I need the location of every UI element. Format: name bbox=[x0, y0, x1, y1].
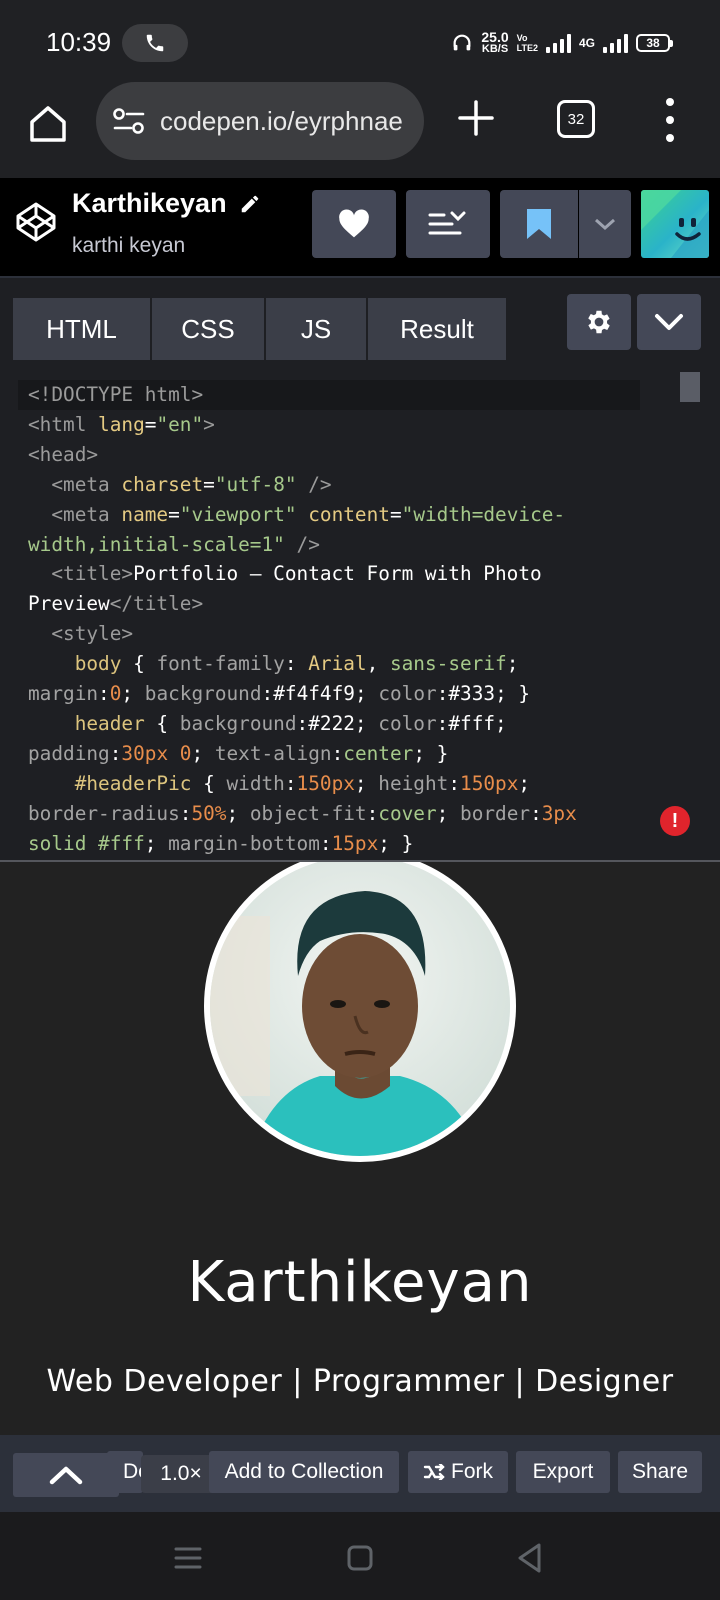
new-tab-button[interactable] bbox=[452, 96, 500, 144]
home-button[interactable] bbox=[24, 100, 72, 148]
fork-icon bbox=[423, 1464, 445, 1480]
smiley-avatar-icon bbox=[641, 190, 709, 258]
gear-icon bbox=[588, 310, 610, 334]
result-tagline: Web Developer | Programmer | Designer bbox=[46, 1364, 674, 1399]
signal-icon-2 bbox=[603, 33, 628, 53]
collapse-editor-button[interactable] bbox=[637, 294, 701, 350]
tab-switcher-button[interactable]: 32 bbox=[557, 100, 595, 138]
codepen-mobile-page: 10:39 25.0 KB/S Vo LTE2 4G 38 codepen.io… bbox=[0, 0, 720, 1600]
user-avatar[interactable] bbox=[641, 190, 709, 258]
status-time: 10:39 bbox=[46, 27, 112, 57]
browser-toolbar: codepen.io/eyrphnae 32 bbox=[0, 82, 720, 178]
url-text: codepen.io/eyrphnae bbox=[160, 105, 403, 136]
add-to-collection-button[interactable]: Add to Collection bbox=[209, 1451, 399, 1493]
bookmark-button[interactable] bbox=[500, 190, 578, 258]
network-speed: 25.0 KB/S bbox=[481, 29, 509, 55]
battery-icon: 38 bbox=[636, 34, 673, 52]
profile-photo bbox=[204, 862, 516, 1162]
expand-console-button[interactable] bbox=[13, 1453, 119, 1497]
code-content[interactable]: <!DOCTYPE html> <html lang="en"> <head> … bbox=[28, 380, 668, 859]
tab-js[interactable]: JS bbox=[266, 298, 366, 360]
layout-icon bbox=[428, 211, 466, 235]
recent-apps-icon[interactable] bbox=[170, 1540, 206, 1576]
chevron-up-icon bbox=[49, 1466, 83, 1485]
status-bar: 10:39 25.0 KB/S Vo LTE2 4G 38 bbox=[0, 0, 720, 82]
codepen-logo-icon[interactable] bbox=[14, 200, 58, 244]
editor-scrollbar[interactable] bbox=[680, 372, 700, 402]
phone-icon bbox=[146, 34, 164, 52]
pencil-icon[interactable] bbox=[239, 193, 261, 215]
collection-dropdown-button[interactable] bbox=[579, 190, 631, 258]
pen-author[interactable]: karthi keyan bbox=[72, 234, 185, 258]
home-nav-icon[interactable] bbox=[342, 1540, 378, 1576]
share-button[interactable]: Share bbox=[618, 1451, 702, 1493]
settings-button[interactable] bbox=[567, 294, 631, 350]
pen-title[interactable]: Karthikeyan bbox=[72, 188, 261, 219]
result-name-heading: Karthikeyan bbox=[187, 1250, 533, 1315]
ongoing-call-chip[interactable] bbox=[122, 24, 188, 62]
export-button[interactable]: Export bbox=[516, 1451, 610, 1493]
address-bar[interactable]: codepen.io/eyrphnae bbox=[96, 82, 424, 160]
chevron-down-icon bbox=[595, 218, 615, 231]
back-icon[interactable] bbox=[512, 1540, 548, 1576]
tab-css[interactable]: CSS bbox=[152, 298, 264, 360]
chevron-down-icon bbox=[655, 314, 683, 330]
tab-result[interactable]: Result bbox=[368, 298, 506, 360]
tab-html[interactable]: HTML bbox=[13, 298, 150, 360]
more-vert-icon[interactable] bbox=[660, 98, 680, 142]
volte-indicator: Vo LTE2 bbox=[516, 33, 538, 53]
bookmark-icon bbox=[527, 209, 551, 239]
heart-icon bbox=[339, 209, 369, 238]
like-button[interactable] bbox=[312, 190, 396, 258]
headphones-icon bbox=[453, 34, 471, 51]
result-preview: Karthikeyan Web Developer | Programmer |… bbox=[0, 860, 720, 1435]
change-view-button[interactable] bbox=[406, 190, 490, 258]
codepen-footer-toolbar: Delete 1.0× Add to Collection Fork Expor… bbox=[0, 1435, 720, 1512]
html-code-editor[interactable]: <!DOCTYPE html> <html lang="en"> <head> … bbox=[0, 370, 720, 860]
status-indicators: 25.0 KB/S Vo LTE2 4G 38 bbox=[451, 29, 673, 56]
home-icon bbox=[30, 106, 66, 142]
editor-tab-bar: HTML CSS JS Result bbox=[0, 280, 720, 362]
site-settings-icon[interactable] bbox=[112, 106, 146, 136]
plus-icon bbox=[458, 100, 494, 136]
signal-icon bbox=[545, 33, 571, 53]
codepen-header: Karthikeyan karthi keyan bbox=[0, 178, 720, 278]
fork-button[interactable]: Fork bbox=[408, 1451, 508, 1493]
delete-button[interactable]: Delete bbox=[107, 1451, 143, 1493]
system-navigation-bar bbox=[0, 1512, 720, 1600]
network-type: 4G bbox=[578, 36, 595, 50]
error-icon[interactable]: ! bbox=[660, 806, 690, 836]
